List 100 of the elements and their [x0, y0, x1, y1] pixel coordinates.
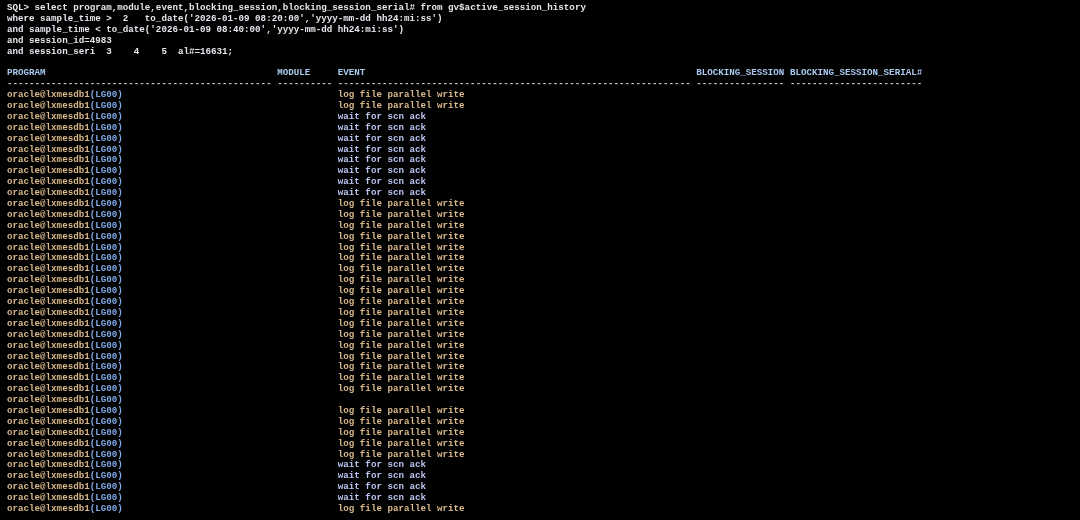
event-cell: log file parallel write [337, 404, 465, 416]
process-cell: (LG00) [89, 285, 123, 297]
column-header: BLOCKING_SESSION_SERIAL# [789, 67, 923, 79]
event-cell: wait for scn ack [337, 481, 426, 493]
event-cell: log file parallel write [337, 230, 465, 242]
process-cell: (LG00) [89, 263, 123, 275]
event-cell: log file parallel write [337, 437, 465, 449]
program-cell: oracle@lxmesdb1 [7, 132, 90, 144]
event-cell: log file parallel write [337, 372, 465, 384]
process-cell: (LG00) [89, 339, 123, 351]
program-cell: oracle@lxmesdb1 [7, 339, 90, 351]
header-underline: ------------------------ [789, 78, 923, 90]
column-header: MODULE [277, 67, 311, 79]
event-cell: wait for scn ack [337, 492, 426, 504]
process-cell: (LG00) [89, 296, 123, 308]
process-cell: (LG00) [89, 187, 123, 199]
program-cell: oracle@lxmesdb1 [7, 89, 90, 101]
process-cell: (LG00) [89, 176, 123, 188]
program-cell: oracle@lxmesdb1 [7, 350, 90, 362]
program-cell: oracle@lxmesdb1 [7, 296, 90, 308]
event-cell: log file parallel write [337, 415, 465, 427]
event-cell: log file parallel write [337, 328, 465, 340]
process-cell: (LG00) [89, 394, 123, 406]
process-cell: (LG00) [89, 361, 123, 373]
program-cell: oracle@lxmesdb1 [7, 481, 90, 493]
event-cell: log file parallel write [337, 306, 465, 318]
program-cell: oracle@lxmesdb1 [7, 459, 90, 471]
process-cell: (LG00) [89, 481, 123, 493]
program-cell: oracle@lxmesdb1 [7, 219, 90, 231]
event-cell: wait for scn ack [337, 143, 426, 155]
program-cell: oracle@lxmesdb1 [7, 470, 90, 482]
event-cell: log file parallel write [337, 317, 465, 329]
process-cell: (LG00) [89, 154, 123, 166]
event-cell: log file parallel write [337, 263, 465, 275]
program-cell: oracle@lxmesdb1 [7, 492, 90, 504]
process-cell: (LG00) [89, 426, 123, 438]
process-cell: (LG00) [89, 165, 123, 177]
process-cell: (LG00) [89, 219, 123, 231]
event-cell: log file parallel write [337, 208, 465, 220]
program-cell: oracle@lxmesdb1 [7, 187, 90, 199]
program-cell: oracle@lxmesdb1 [7, 372, 90, 384]
program-cell: oracle@lxmesdb1 [7, 394, 90, 406]
event-cell: log file parallel write [337, 361, 465, 373]
process-cell: (LG00) [89, 241, 123, 253]
program-cell: oracle@lxmesdb1 [7, 306, 90, 318]
program-cell: oracle@lxmesdb1 [7, 121, 90, 133]
program-cell: oracle@lxmesdb1 [7, 274, 90, 286]
program-cell: oracle@lxmesdb1 [7, 154, 90, 166]
event-cell: log file parallel write [337, 383, 465, 395]
program-cell: oracle@lxmesdb1 [7, 241, 90, 253]
program-cell: oracle@lxmesdb1 [7, 100, 90, 111]
event-cell: log file parallel write [337, 274, 465, 286]
program-cell: oracle@lxmesdb1 [7, 317, 90, 329]
event-cell: log file parallel write [337, 100, 465, 111]
event-cell: log file parallel write [337, 448, 465, 460]
process-cell: (LG00) [89, 350, 123, 362]
program-cell: oracle@lxmesdb1 [7, 502, 90, 514]
process-cell: (LG00) [89, 132, 123, 144]
sql-query-line: where sample_time > 2 to_date('2026-01-09 08:20:00','yyyy-mm-dd hh24:mi:ss') [7, 13, 443, 25]
event-cell: wait for scn ack [337, 470, 426, 482]
process-cell: (LG00) [89, 230, 123, 242]
process-cell: (LG00) [89, 372, 123, 384]
event-cell: log file parallel write [337, 426, 465, 438]
event-cell: wait for scn ack [337, 165, 426, 177]
event-cell: log file parallel write [337, 339, 465, 351]
process-cell: (LG00) [89, 492, 123, 504]
header-underline: ------------------------------------------------ [7, 78, 272, 90]
program-cell: oracle@lxmesdb1 [7, 437, 90, 449]
header-underline: ---------------- [696, 78, 785, 90]
process-cell: (LG00) [89, 252, 123, 264]
program-cell: oracle@lxmesdb1 [7, 208, 90, 220]
process-cell: (LG00) [89, 470, 123, 482]
event-cell: wait for scn ack [337, 459, 426, 471]
process-cell: (LG00) [89, 328, 123, 340]
event-cell: log file parallel write [337, 296, 465, 308]
sql-query-line: SQL> select program,module,event,blocking_session,blocking_session_serial# from gv$active_session_history [7, 3, 586, 14]
program-cell: oracle@lxmesdb1 [7, 415, 90, 427]
program-cell: oracle@lxmesdb1 [7, 285, 90, 297]
column-header: BLOCKING_SESSION [696, 67, 785, 79]
event-cell: log file parallel write [337, 89, 465, 101]
event-cell: wait for scn ack [337, 187, 426, 199]
program-cell: oracle@lxmesdb1 [7, 448, 90, 460]
event-cell: log file parallel write [337, 219, 465, 231]
column-header: EVENT [337, 67, 366, 79]
program-cell: oracle@lxmesdb1 [7, 198, 90, 210]
process-cell: (LG00) [89, 89, 123, 101]
program-cell: oracle@lxmesdb1 [7, 252, 90, 264]
header-underline: ---------------------------------------------------------------- [337, 78, 691, 90]
program-cell: oracle@lxmesdb1 [7, 110, 90, 122]
event-cell: wait for scn ack [337, 176, 426, 188]
program-cell: oracle@lxmesdb1 [7, 143, 90, 155]
event-cell: log file parallel write [337, 285, 465, 297]
event-cell: log file parallel write [337, 502, 465, 514]
program-cell: oracle@lxmesdb1 [7, 383, 90, 395]
event-cell: wait for scn ack [337, 154, 426, 166]
process-cell: (LG00) [89, 383, 123, 395]
process-cell: (LG00) [89, 274, 123, 286]
program-cell: oracle@lxmesdb1 [7, 328, 90, 340]
event-cell: wait for scn ack [337, 121, 426, 133]
program-cell: oracle@lxmesdb1 [7, 176, 90, 188]
